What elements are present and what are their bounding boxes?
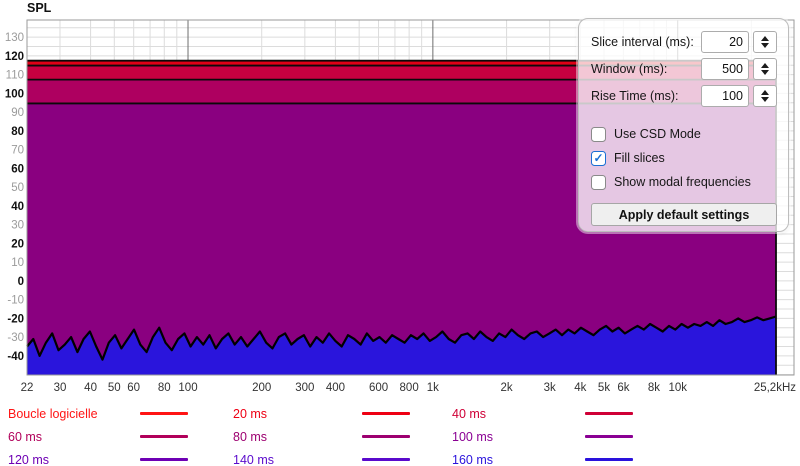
legend-label: 100 ms bbox=[452, 430, 585, 444]
legend-line-swatch bbox=[585, 435, 633, 438]
legend-item: 160 ms bbox=[452, 448, 800, 466]
y-tick-label: 40 bbox=[11, 201, 24, 213]
x-tick-label: 800 bbox=[400, 382, 419, 394]
checkbox-group: ✓ Use CSD Mode ✓ Fill slices ✓ Show modal fre… bbox=[591, 122, 777, 194]
legend-line-swatch bbox=[140, 412, 188, 415]
legend-item: 40 ms bbox=[452, 402, 800, 425]
settings-panel: Slice interval (ms): Window (ms): Rise Tim… bbox=[578, 18, 789, 232]
legend-label: 20 ms bbox=[233, 407, 362, 421]
y-tick-label: 10 bbox=[11, 257, 24, 269]
legend-label: 60 ms bbox=[8, 430, 140, 444]
checkbox-unchecked-icon[interactable]: ✓ bbox=[591, 175, 606, 190]
y-tick-label: -30 bbox=[7, 332, 24, 344]
legend-item: 80 ms bbox=[233, 425, 452, 448]
x-tick-label: 4k bbox=[574, 382, 586, 394]
legend-line-swatch bbox=[140, 458, 188, 461]
y-tick-label: -10 bbox=[7, 295, 24, 307]
legend-line-swatch bbox=[140, 435, 188, 438]
legend-item: 60 ms bbox=[8, 425, 233, 448]
legend-line-swatch bbox=[362, 412, 410, 415]
checkbox-row[interactable]: ✓ Use CSD Mode bbox=[591, 122, 777, 146]
legend-line-swatch bbox=[585, 412, 633, 415]
y-tick-label: 120 bbox=[5, 51, 24, 63]
field-label: Rise Time (ms): bbox=[591, 89, 701, 103]
y-tick-label: 100 bbox=[5, 88, 24, 100]
spl-axis-title: SPL bbox=[27, 1, 52, 15]
y-tick-label: 30 bbox=[11, 220, 24, 232]
checkbox-row[interactable]: ✓ Show modal frequencies bbox=[591, 170, 777, 194]
x-tick-label: 25,2kHz bbox=[754, 382, 796, 394]
checkbox-label: Fill slices bbox=[614, 151, 665, 165]
legend-label: 160 ms bbox=[452, 453, 585, 466]
x-tick-label: 3k bbox=[544, 382, 556, 394]
numeric-input[interactable] bbox=[701, 58, 749, 80]
y-tick-label: 110 bbox=[6, 70, 24, 82]
x-tick-label: 5k bbox=[598, 382, 610, 394]
spinner-up-down[interactable] bbox=[753, 58, 777, 80]
spinner-field-group: Slice interval (ms): Window (ms): Rise Tim… bbox=[591, 31, 777, 107]
checkbox-unchecked-icon[interactable]: ✓ bbox=[591, 127, 606, 142]
spin-up-icon[interactable] bbox=[761, 36, 769, 41]
checkbox-row[interactable]: ✓ Fill slices bbox=[591, 146, 777, 170]
x-tick-label: 50 bbox=[108, 382, 121, 394]
legend-item: 140 ms bbox=[233, 448, 452, 466]
x-tick-label: 2k bbox=[500, 382, 512, 394]
legend-label: 140 ms bbox=[233, 453, 362, 466]
legend-item: 20 ms bbox=[233, 402, 452, 425]
x-tick-label: 10k bbox=[668, 382, 687, 394]
x-tick-label: 1k bbox=[427, 382, 439, 394]
legend-item: 120 ms bbox=[8, 448, 233, 466]
x-tick-label: 6k bbox=[617, 382, 629, 394]
checkbox-label: Use CSD Mode bbox=[614, 127, 701, 141]
numeric-input[interactable] bbox=[701, 85, 749, 107]
y-tick-label: 70 bbox=[11, 145, 24, 157]
y-tick-label: 0 bbox=[18, 276, 24, 288]
x-tick-label: 40 bbox=[84, 382, 97, 394]
field-label: Slice interval (ms): bbox=[591, 35, 701, 49]
field-label: Window (ms): bbox=[591, 62, 701, 76]
y-tick-label: 90 bbox=[11, 107, 24, 119]
y-tick-label: 80 bbox=[11, 126, 24, 138]
x-tick-label: 80 bbox=[158, 382, 171, 394]
spin-down-icon[interactable] bbox=[761, 97, 769, 102]
legend-label: Boucle logicielle bbox=[8, 407, 140, 421]
legend-label: 80 ms bbox=[233, 430, 362, 444]
legend: Boucle logicielle 20 ms 40 ms 60 ms 80 ms 100… bbox=[0, 402, 800, 466]
spinner-up-down[interactable] bbox=[753, 31, 777, 53]
y-tick-label: 20 bbox=[11, 238, 24, 250]
x-tick-label: 200 bbox=[252, 382, 271, 394]
x-tick-label: 8k bbox=[648, 382, 660, 394]
y-tick-label: 50 bbox=[11, 182, 24, 194]
checkbox-label: Show modal frequencies bbox=[614, 175, 751, 189]
x-tick-label: 30 bbox=[54, 382, 67, 394]
x-tick-label: 600 bbox=[369, 382, 388, 394]
legend-line-swatch bbox=[585, 458, 633, 461]
spin-down-icon[interactable] bbox=[761, 70, 769, 75]
numeric-input[interactable] bbox=[701, 31, 749, 53]
y-tick-label: -40 bbox=[7, 351, 24, 363]
y-tick-label: 60 bbox=[11, 163, 24, 175]
checkbox-checked-icon[interactable]: ✓ bbox=[591, 151, 606, 166]
x-tick-label: 100 bbox=[178, 382, 197, 394]
spin-down-icon[interactable] bbox=[761, 43, 769, 48]
spin-up-icon[interactable] bbox=[761, 63, 769, 68]
x-tick-label: 60 bbox=[127, 382, 140, 394]
legend-line-swatch bbox=[362, 435, 410, 438]
y-tick-label: 130 bbox=[5, 32, 24, 44]
field-row: Window (ms): bbox=[591, 58, 777, 80]
legend-item: Boucle logicielle bbox=[8, 402, 233, 425]
spin-up-icon[interactable] bbox=[761, 90, 769, 95]
legend-label: 120 ms bbox=[8, 453, 140, 466]
x-tick-label: 22 bbox=[21, 382, 34, 394]
field-row: Slice interval (ms): bbox=[591, 31, 777, 53]
y-tick-label: -20 bbox=[7, 313, 24, 325]
apply-default-settings-button[interactable]: Apply default settings bbox=[591, 203, 777, 226]
legend-label: 40 ms bbox=[452, 407, 585, 421]
legend-item: 100 ms bbox=[452, 425, 800, 448]
field-row: Rise Time (ms): bbox=[591, 85, 777, 107]
x-tick-label: 300 bbox=[295, 382, 314, 394]
spinner-up-down[interactable] bbox=[753, 85, 777, 107]
legend-line-swatch bbox=[362, 458, 410, 461]
x-tick-label: 400 bbox=[326, 382, 345, 394]
